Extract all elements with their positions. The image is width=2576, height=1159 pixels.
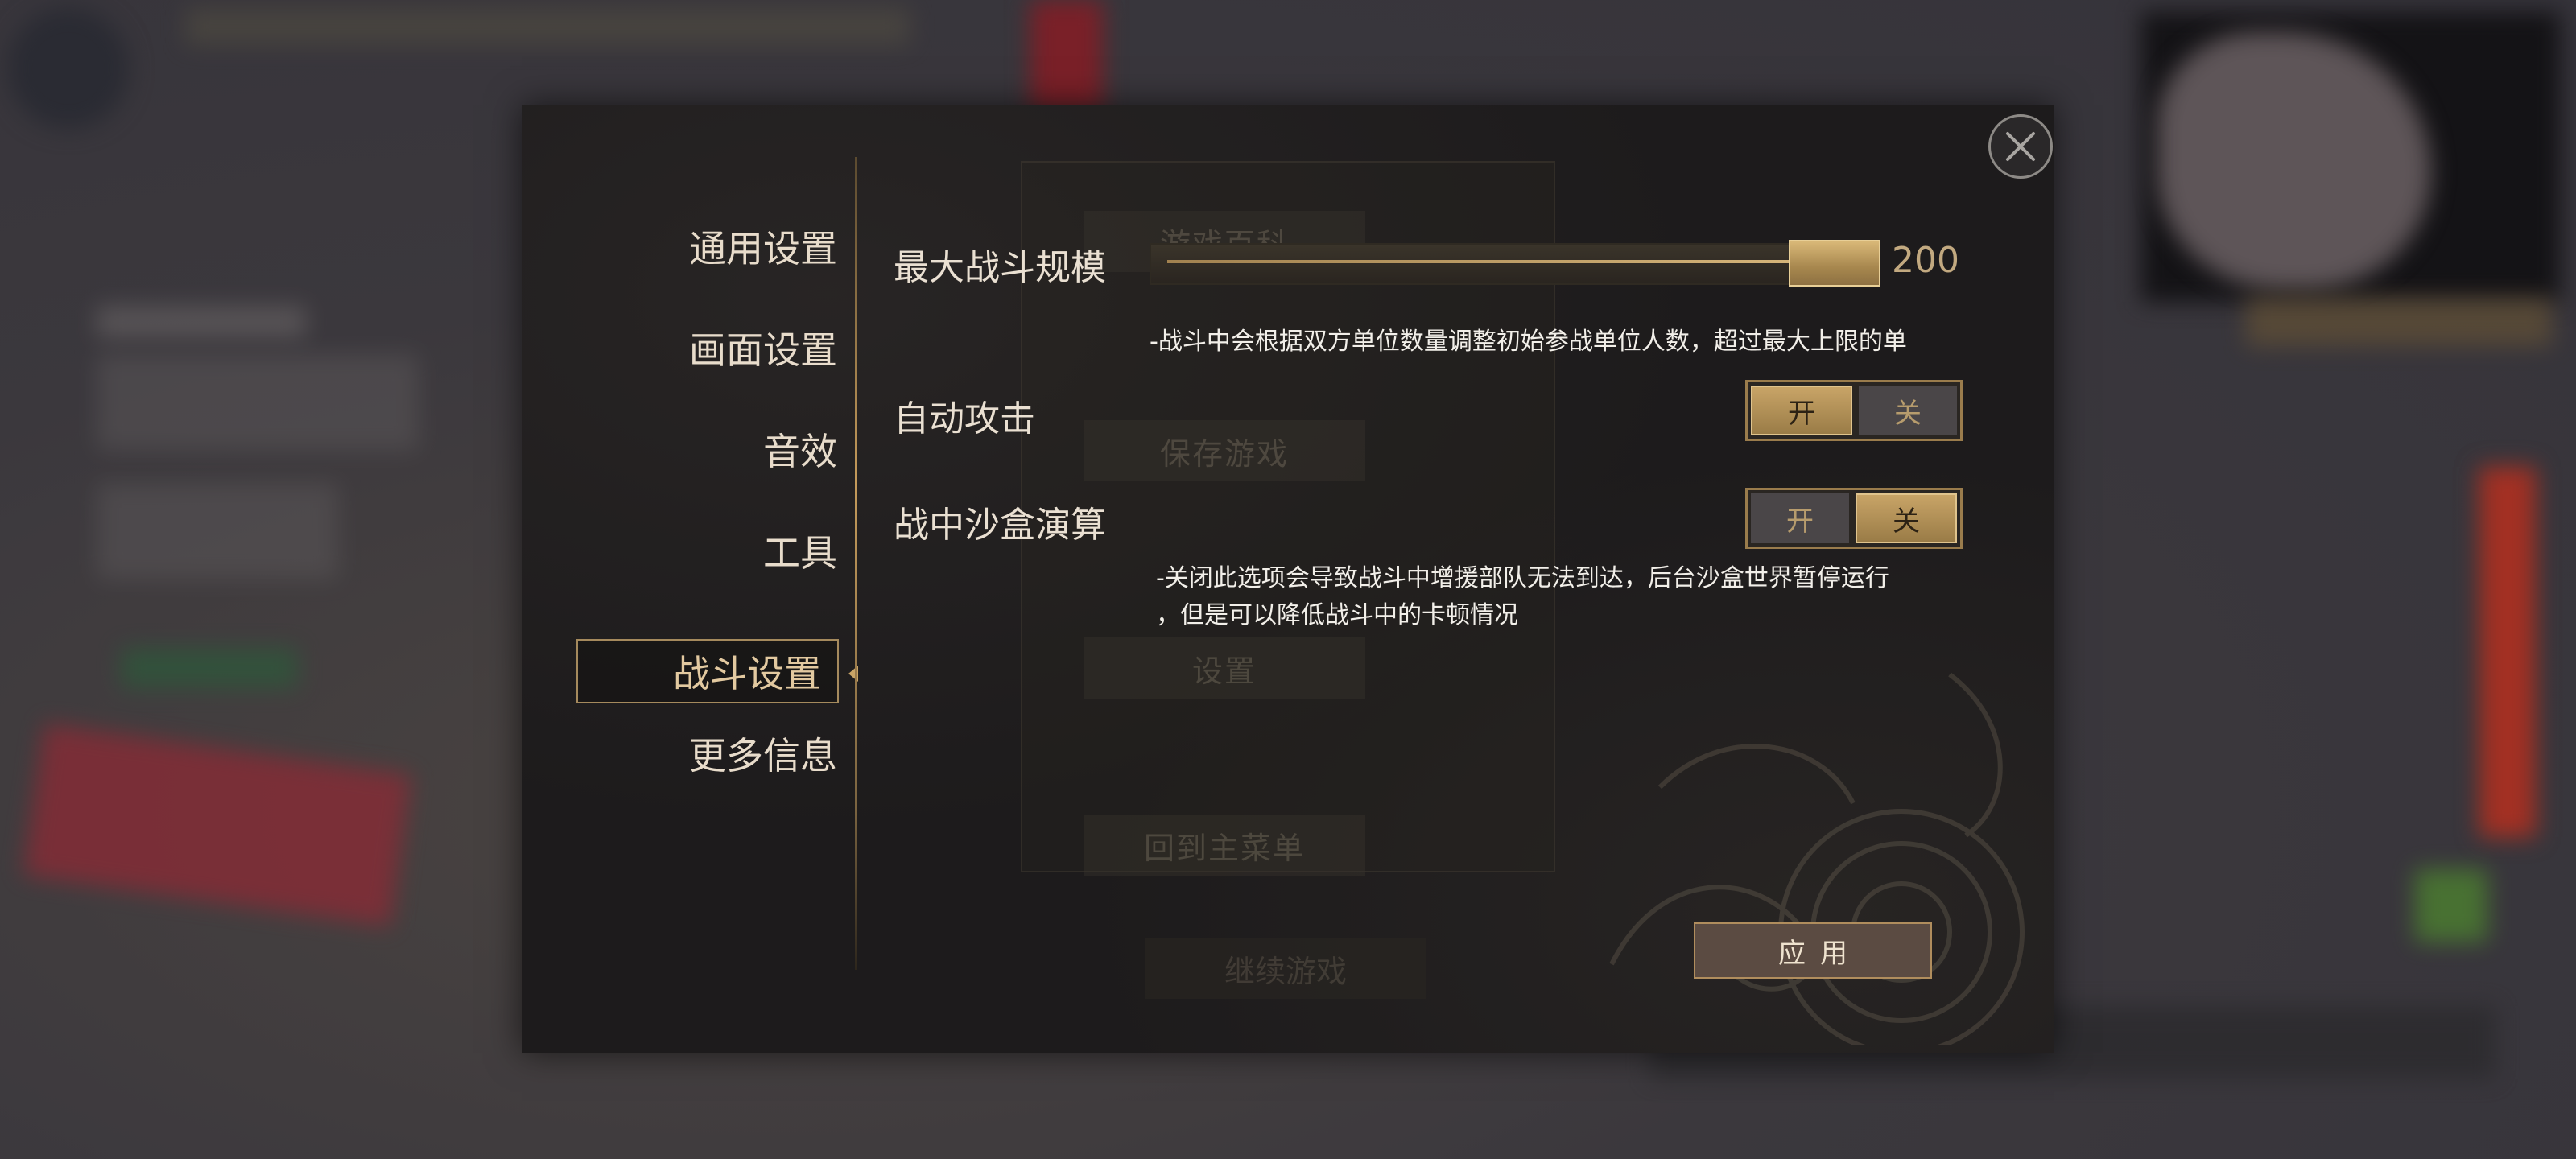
sandbox-note-line-2: ，但是可以降低战斗中的卡顿情况 bbox=[1156, 601, 1518, 629]
max-battle-scale-label: 最大战斗规模 bbox=[894, 247, 1106, 288]
auto-attack-off-option[interactable]: 关 bbox=[1859, 386, 1957, 435]
scene-red-structure bbox=[23, 723, 411, 927]
sandbox-simulation-toggle: 开 关 bbox=[1745, 488, 1963, 549]
max-battle-scale-value: 200 bbox=[1892, 240, 1959, 281]
apply-button[interactable]: 应用 bbox=[1694, 922, 1932, 979]
auto-attack-label: 自动攻击 bbox=[894, 398, 1035, 439]
dragon-ornament-icon bbox=[1609, 672, 2025, 1045]
scene-green-button bbox=[121, 648, 298, 688]
nav-general-settings[interactable]: 通用设置 bbox=[596, 214, 853, 278]
scene-text bbox=[97, 354, 419, 451]
auto-attack-toggle: 开 关 bbox=[1745, 380, 1963, 441]
ghost-continue-button: 继续游戏 bbox=[1145, 938, 1426, 999]
nav-more-info[interactable]: 更多信息 bbox=[596, 721, 853, 786]
ghost-menu-item: 设置 bbox=[1084, 637, 1365, 699]
scene-red-banner bbox=[1030, 0, 1103, 113]
player-portrait bbox=[8, 8, 129, 129]
sandbox-note-line-1: -关闭此选项会导致战斗中增援部队无法到达，后台沙盒世界暂停运行 bbox=[1156, 564, 1889, 592]
nav-audio[interactable]: 音效 bbox=[596, 417, 853, 481]
close-button[interactable] bbox=[1988, 114, 2053, 179]
sandbox-simulation-label: 战中沙盒演算 bbox=[894, 505, 1106, 546]
ghost-menu-item: 保存游戏 bbox=[1084, 420, 1365, 481]
nav-battle-settings[interactable]: 战斗设置 bbox=[576, 639, 839, 703]
scene-text bbox=[97, 306, 306, 338]
max-battle-scale-slider[interactable] bbox=[1150, 243, 1877, 285]
sandbox-on-option[interactable]: 开 bbox=[1751, 493, 1849, 543]
sidebar-divider bbox=[855, 157, 857, 970]
slider-thumb[interactable] bbox=[1789, 240, 1880, 287]
scene-icon bbox=[2415, 869, 2487, 942]
auto-attack-on-option[interactable]: 开 bbox=[1751, 386, 1852, 435]
scene-text bbox=[97, 483, 338, 580]
sandbox-off-option[interactable]: 关 bbox=[1856, 493, 1957, 543]
nav-display-settings[interactable]: 画面设置 bbox=[596, 316, 853, 380]
scene-yellow-bar bbox=[2246, 298, 2552, 346]
scene-side-panel bbox=[2479, 467, 2536, 837]
hud-resource-bar bbox=[185, 8, 910, 45]
close-icon bbox=[2006, 132, 2035, 161]
max-battle-scale-note: -战斗中会根据双方单位数量调整初始参战单位人数，超过最大上限的单 bbox=[1150, 328, 1907, 356]
slider-fill bbox=[1167, 260, 1827, 263]
ghost-menu-item: 回到主菜单 bbox=[1084, 815, 1365, 876]
nav-tools[interactable]: 工具 bbox=[596, 518, 853, 583]
